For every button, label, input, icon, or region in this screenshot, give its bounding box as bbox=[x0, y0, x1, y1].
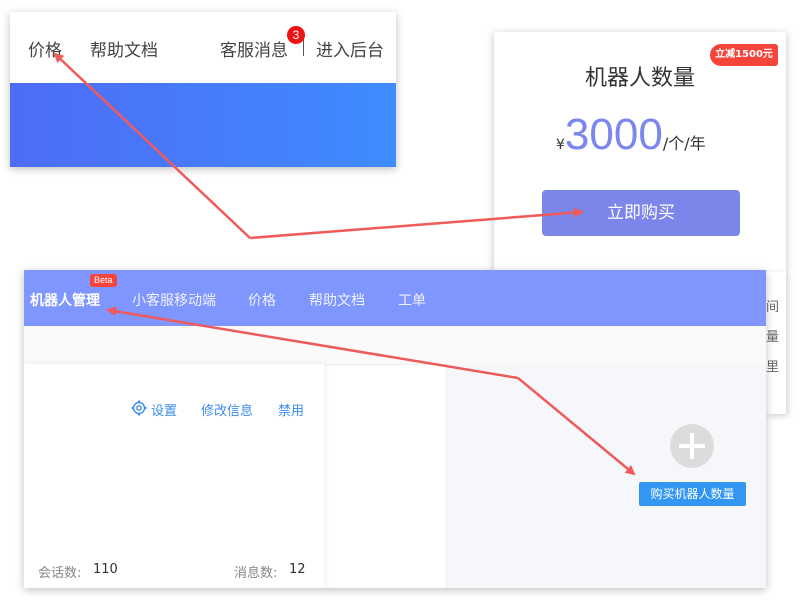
sub-header-strip bbox=[24, 326, 766, 365]
add-robot-area bbox=[446, 364, 766, 588]
tab-robot-management[interactable]: 机器人管理 bbox=[30, 290, 100, 310]
app-top-nav: 机器人管理 Beta 小客服移动端 价格 帮助文档 工单 bbox=[24, 270, 766, 326]
price-unit: /个/年 bbox=[662, 134, 706, 153]
price-row: ¥3000/个/年 bbox=[556, 110, 706, 160]
beta-badge: Beta bbox=[90, 274, 117, 287]
sessions-value: 110 bbox=[93, 562, 118, 577]
robot-card bbox=[24, 364, 324, 588]
buy-now-button[interactable]: 立即购买 bbox=[542, 190, 740, 236]
edit-info-link[interactable]: 修改信息 bbox=[201, 400, 253, 419]
tab-tickets[interactable]: 工单 bbox=[398, 290, 426, 310]
nav-price-link[interactable]: 价格 bbox=[28, 36, 62, 61]
plus-icon[interactable] bbox=[670, 424, 714, 468]
background-card-edge: 间 量 里 bbox=[766, 272, 786, 414]
robot-app-panel: 机器人管理 Beta 小客服移动端 价格 帮助文档 工单 设置 修改信息 禁用 … bbox=[24, 270, 766, 588]
gear-icon[interactable] bbox=[131, 400, 147, 416]
tab-docs[interactable]: 帮助文档 bbox=[309, 290, 365, 310]
disable-link[interactable]: 禁用 bbox=[278, 400, 304, 419]
nav-docs-link[interactable]: 帮助文档 bbox=[90, 36, 158, 61]
currency-symbol: ¥ bbox=[556, 137, 565, 153]
buy-robots-button[interactable]: 购买机器人数量 bbox=[639, 482, 746, 506]
nav-admin-link[interactable]: 进入后台 bbox=[316, 36, 384, 61]
edge-glyph: 量 bbox=[766, 330, 780, 345]
edge-glyph: 间 bbox=[766, 300, 780, 315]
site-nav-bar: 价格 帮助文档 客服消息 3 进入后台 bbox=[10, 12, 396, 82]
sessions-label: 会话数: bbox=[38, 566, 82, 581]
settings-link[interactable]: 设置 bbox=[151, 400, 177, 419]
hero-banner bbox=[10, 83, 396, 167]
nav-messages-link[interactable]: 客服消息 bbox=[220, 36, 288, 61]
site-nav-panel: 价格 帮助文档 客服消息 3 进入后台 bbox=[10, 12, 396, 167]
messages-label: 消息数: bbox=[234, 566, 278, 581]
price-value: 3000 bbox=[564, 110, 663, 159]
edge-glyph: 里 bbox=[766, 360, 780, 375]
discount-ribbon: 立减1500元 bbox=[710, 44, 778, 66]
messages-value: 12 bbox=[289, 562, 306, 577]
nav-divider bbox=[303, 39, 304, 56]
pricing-card: 机器人数量 立减1500元 ¥3000/个/年 立即购买 bbox=[494, 32, 786, 272]
tab-mobile-client[interactable]: 小客服移动端 bbox=[132, 290, 216, 310]
tab-price[interactable]: 价格 bbox=[248, 290, 276, 310]
